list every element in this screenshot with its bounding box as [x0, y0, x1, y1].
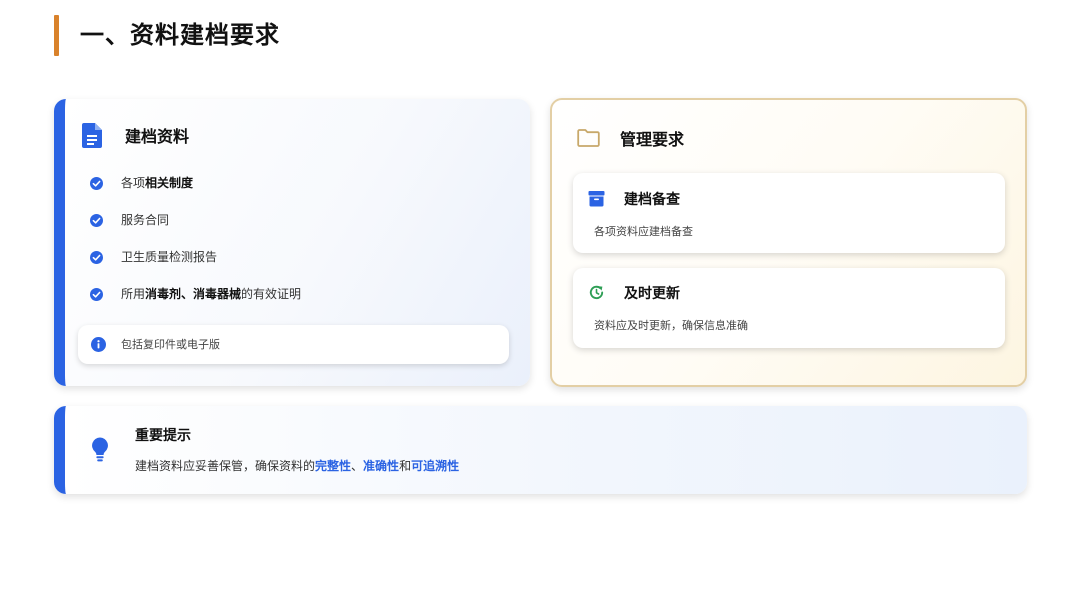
requirement-title: 建档备查	[624, 192, 680, 208]
check-circle-icon	[90, 250, 103, 264]
management-card-title: 管理要求	[620, 130, 685, 149]
requirement-desc: 资料应及时更新，确保信息准确	[594, 319, 748, 332]
refresh-icon	[589, 285, 604, 300]
check-circle-icon	[90, 287, 103, 301]
list-item-text: 所用消毒剂、消毒器械的有效证明	[121, 287, 302, 301]
list-item: 服务合同	[90, 210, 169, 230]
list-item: 卫生质量检测报告	[90, 247, 217, 267]
note-box: 包括复印件或电子版	[78, 325, 509, 364]
list-item: 各项相关制度	[90, 173, 193, 193]
title-accent-bar	[54, 15, 59, 56]
highlight-accuracy: 准确性	[363, 459, 400, 473]
archive-box-icon	[588, 191, 605, 207]
document-icon	[82, 123, 102, 148]
tip-title: 重要提示	[135, 428, 191, 444]
archive-materials-card: 建档资料 各项相关制度 服务合同 卫生质量检测报告 所用消毒剂、消毒器械的有效证…	[54, 99, 530, 386]
requirement-desc: 各项资料应建档备查	[594, 225, 693, 238]
lightbulb-icon	[92, 437, 108, 462]
tip-text: 建档资料应妥善保管，确保资料的完整性、准确性和可追溯性	[135, 459, 460, 473]
important-tip-card: 重要提示 建档资料应妥善保管，确保资料的完整性、准确性和可追溯性	[54, 406, 1027, 494]
list-item-text: 卫生质量检测报告	[121, 250, 218, 264]
slide: 一、资料建档要求 建档资料 各项相关制度 服务合同 卫生质量检测报告 所用消毒剂…	[0, 0, 1080, 608]
requirement-title: 及时更新	[624, 286, 680, 302]
management-requirements-card: 管理要求 建档备查 各项资料应建档备查 及时更新 资料应及时更新，确保信息准确	[550, 98, 1027, 387]
check-circle-icon	[90, 213, 103, 227]
check-circle-icon	[90, 176, 103, 190]
list-item: 所用消毒剂、消毒器械的有效证明	[90, 284, 301, 304]
requirement-card-archive: 建档备查 各项资料应建档备查	[573, 173, 1005, 253]
highlight-traceability: 可追溯性	[411, 459, 460, 473]
archive-card-title: 建档资料	[125, 127, 190, 146]
requirement-card-update: 及时更新 资料应及时更新，确保信息准确	[573, 268, 1005, 348]
list-item-text: 服务合同	[121, 213, 170, 227]
list-item-text: 各项相关制度	[121, 176, 194, 190]
note-text: 包括复印件或电子版	[121, 338, 220, 351]
info-icon	[91, 337, 106, 352]
highlight-completeness: 完整性	[315, 459, 352, 473]
page-title: 一、资料建档要求	[80, 21, 280, 49]
folder-icon	[577, 129, 600, 147]
